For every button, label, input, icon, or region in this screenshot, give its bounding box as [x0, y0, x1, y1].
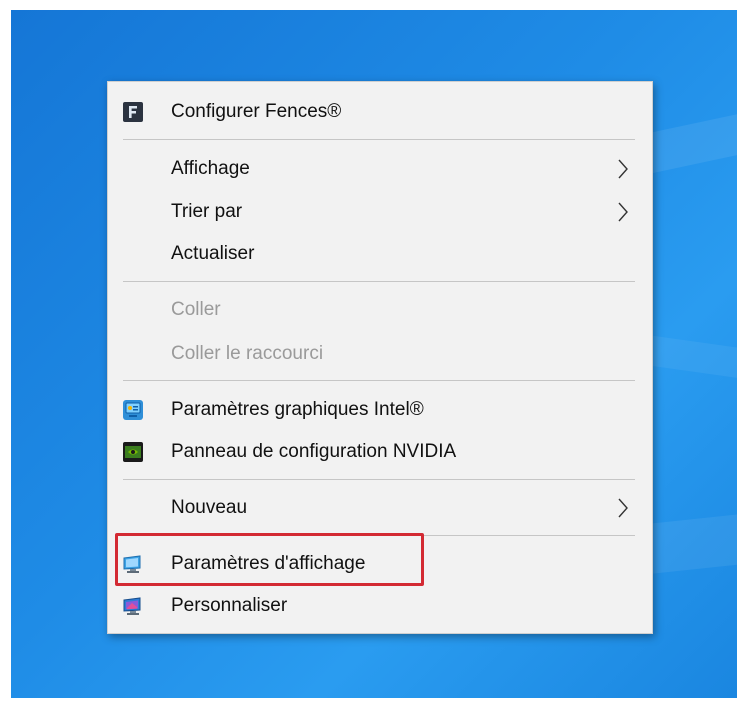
menu-item-paste-shortcut: Coller le raccourci — [108, 334, 652, 374]
highlight-box — [115, 533, 424, 586]
chevron-right-icon — [616, 201, 630, 223]
menu-item-label: Paramètres graphiques Intel® — [171, 399, 424, 420]
menu-item-label: Affichage — [171, 158, 250, 179]
menu-item-view[interactable]: Affichage — [108, 149, 652, 189]
menu-item-label: Panneau de configuration NVIDIA — [171, 441, 457, 462]
menu-separator — [123, 139, 635, 140]
menu-item-intel-graphics[interactable]: Paramètres graphiques Intel® — [108, 390, 652, 430]
menu-item-label: Personnaliser — [171, 595, 288, 616]
menu-item-personalize[interactable]: Personnaliser — [108, 586, 652, 626]
menu-item-label: Coller le raccourci — [171, 343, 324, 364]
menu-item-paste: Coller — [108, 290, 652, 330]
chevron-right-icon — [616, 497, 630, 519]
menu-item-nvidia-control-panel[interactable]: Panneau de configuration NVIDIA — [108, 432, 652, 472]
menu-separator — [123, 479, 635, 480]
chevron-right-icon — [616, 158, 630, 180]
menu-item-label: Coller — [171, 299, 221, 320]
menu-item-new[interactable]: Nouveau — [108, 488, 652, 528]
menu-item-label: Trier par — [171, 201, 243, 222]
menu-separator — [123, 380, 635, 381]
menu-item-refresh[interactable]: Actualiser — [108, 234, 652, 274]
menu-separator — [123, 281, 635, 282]
menu-item-label: Nouveau — [171, 497, 248, 518]
fences-icon — [123, 102, 143, 122]
menu-item-label: Actualiser — [171, 243, 255, 264]
intel-graphics-icon — [123, 400, 143, 420]
menu-item-sort-by[interactable]: Trier par — [108, 192, 652, 232]
menu-item-label: Configurer Fences® — [171, 101, 342, 122]
menu-item-configure-fences[interactable]: Configurer Fences® — [108, 92, 652, 132]
personalize-icon — [123, 596, 143, 616]
nvidia-icon — [123, 442, 143, 462]
